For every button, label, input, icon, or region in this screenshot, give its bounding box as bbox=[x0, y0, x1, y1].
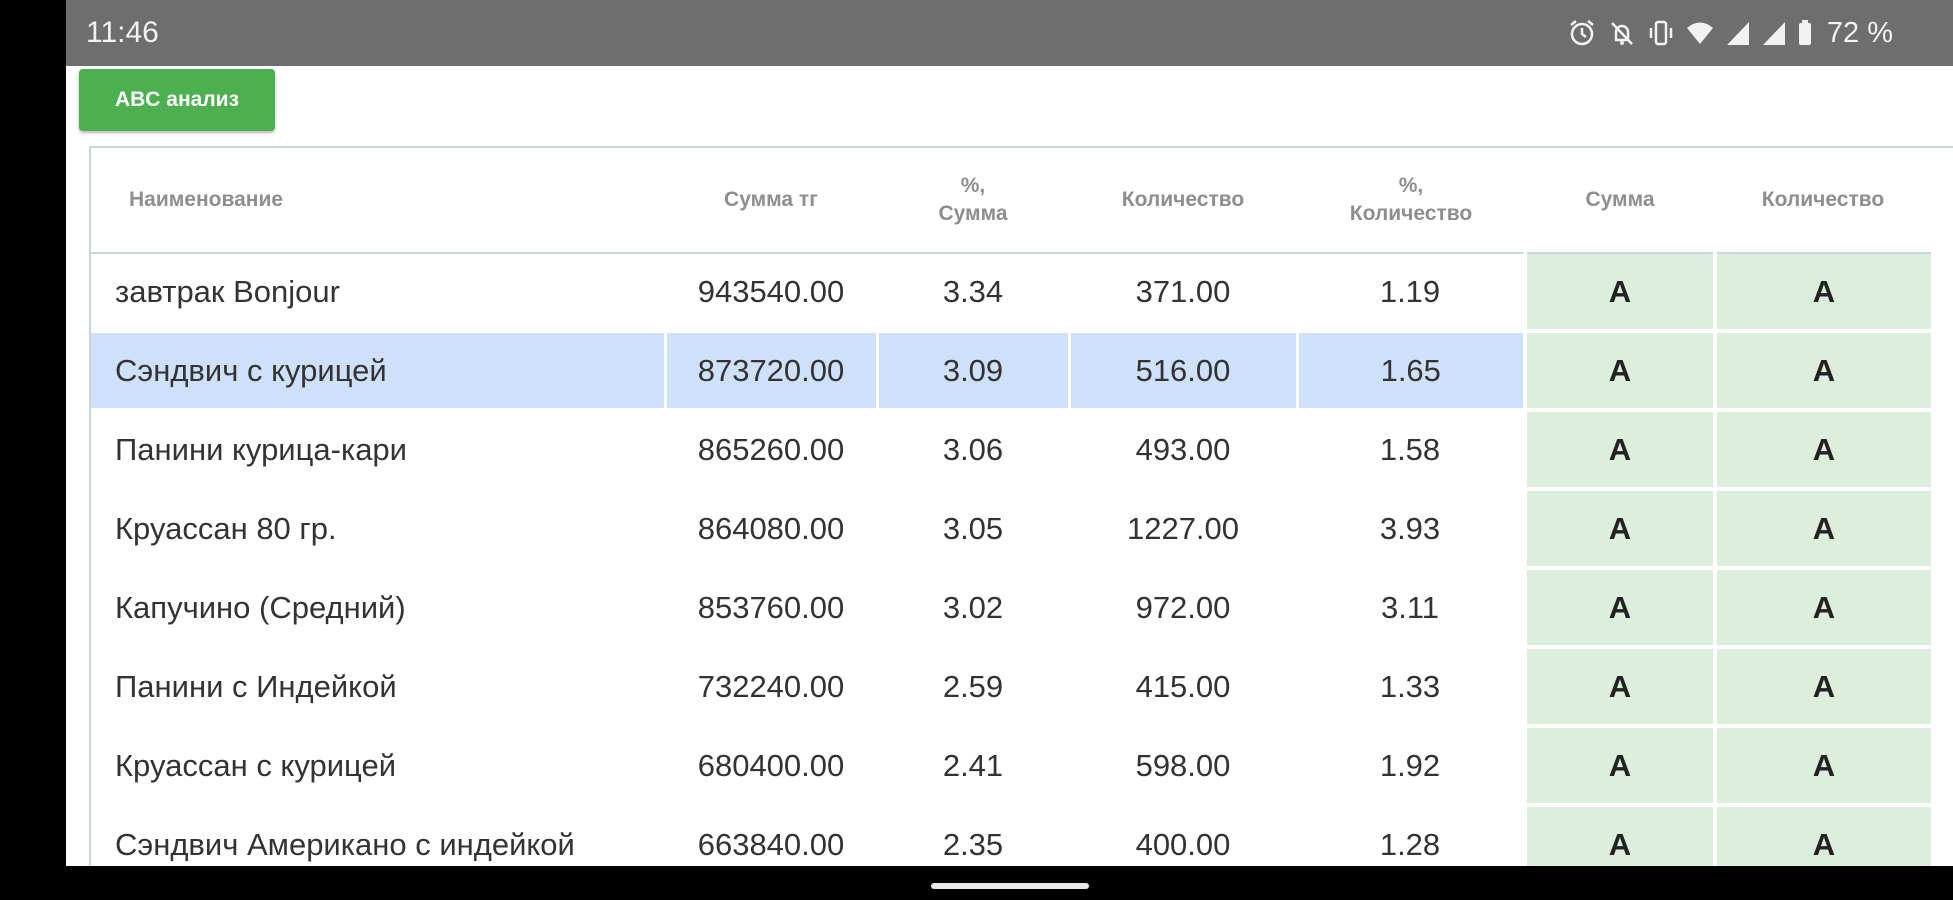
cell-sum: 732240.00 bbox=[665, 647, 877, 728]
cell-class-sum: A bbox=[1523, 410, 1715, 491]
cell-quantity: 516.00 bbox=[1069, 331, 1299, 412]
cell-name: Сэндвич Американо с индейкой bbox=[91, 805, 665, 866]
header-line: Сумма bbox=[938, 202, 1008, 225]
cell-quantity: 371.00 bbox=[1069, 253, 1297, 333]
cell-sum: 865260.00 bbox=[665, 410, 877, 491]
cell-class-quantity: A bbox=[1713, 726, 1931, 807]
cell-quantity: 400.00 bbox=[1069, 805, 1297, 866]
abc-table: Наименование Сумма тг %, Сумма Количество… bbox=[89, 146, 1953, 866]
table-body: завтрак Bonjour 943540.00 3.34 371.00 1.19 A A… bbox=[91, 253, 1931, 866]
column-header-sum[interactable]: Сумма тг bbox=[665, 148, 877, 254]
cell-quantity: 1227.00 bbox=[1069, 489, 1297, 570]
table-header: Наименование Сумма тг %, Сумма Количество… bbox=[91, 148, 1931, 254]
cell-percent-sum: 2.35 bbox=[877, 805, 1069, 866]
cell-percent-quantity: 1.65 bbox=[1297, 331, 1527, 412]
cell-quantity: 972.00 bbox=[1069, 568, 1297, 649]
cell-class-quantity: A bbox=[1713, 489, 1931, 570]
vibrate-icon bbox=[1647, 18, 1675, 48]
table-row[interactable]: Панини с Индейкой 732240.00 2.59 415.00 1.33… bbox=[91, 647, 1931, 728]
header-line: %, bbox=[960, 174, 986, 197]
cell-sum: 663840.00 bbox=[665, 805, 877, 866]
cell-percent-quantity: 1.28 bbox=[1297, 805, 1525, 866]
cell-percent-sum: 3.02 bbox=[877, 568, 1069, 649]
column-header-quantity[interactable]: Количество bbox=[1069, 148, 1297, 254]
cell-class-sum: A bbox=[1523, 331, 1715, 412]
wifi-icon bbox=[1685, 18, 1715, 48]
cell-quantity: 598.00 bbox=[1069, 726, 1297, 807]
cell-name: завтрак Bonjour bbox=[91, 253, 665, 333]
cell-name: Панини с Индейкой bbox=[91, 647, 665, 728]
cell-class-sum: A bbox=[1523, 489, 1715, 570]
cell-percent-quantity: 1.33 bbox=[1297, 647, 1525, 728]
cell-name: Капучино (Средний) bbox=[91, 568, 665, 649]
signal-icon bbox=[1725, 18, 1751, 48]
column-header-name[interactable]: Наименование bbox=[91, 148, 665, 254]
cell-quantity: 415.00 bbox=[1069, 647, 1297, 728]
cell-name: Круассан 80 гр. bbox=[91, 489, 665, 570]
cell-sum: 873720.00 bbox=[665, 331, 879, 412]
cell-class-quantity: A bbox=[1713, 647, 1931, 728]
cell-class-quantity: A bbox=[1713, 568, 1931, 649]
table-row[interactable]: Сэндвич с курицей 873720.00 3.09 516.00 1.65… bbox=[91, 331, 1931, 412]
cell-percent-quantity: 1.19 bbox=[1297, 253, 1525, 333]
cell-quantity: 493.00 bbox=[1069, 410, 1297, 491]
cell-sum: 864080.00 bbox=[665, 489, 877, 570]
column-header-percent-sum[interactable]: %, Сумма bbox=[877, 148, 1069, 254]
cell-class-sum: A bbox=[1523, 568, 1715, 649]
cell-class-sum: A bbox=[1523, 805, 1715, 866]
signal-icon bbox=[1761, 18, 1787, 48]
column-header-class-sum[interactable]: Сумма bbox=[1525, 148, 1715, 254]
battery-percent: 72 % bbox=[1826, 16, 1893, 49]
navigation-handle[interactable] bbox=[931, 883, 1089, 889]
cell-class-quantity: A bbox=[1713, 410, 1931, 491]
cell-class-sum: A bbox=[1523, 647, 1715, 728]
status-time: 11:46 bbox=[86, 16, 159, 49]
status-icons: 72 % bbox=[1567, 14, 1893, 52]
cell-percent-sum: 3.06 bbox=[877, 410, 1069, 491]
column-header-percent-quantity[interactable]: %, Количество bbox=[1297, 148, 1525, 254]
cell-class-quantity: A bbox=[1713, 805, 1931, 866]
alarm-icon bbox=[1567, 18, 1597, 48]
table-row[interactable]: завтрак Bonjour 943540.00 3.34 371.00 1.19 A A bbox=[91, 253, 1931, 333]
cell-class-quantity: A bbox=[1713, 331, 1931, 412]
cell-name: Панини курица-кари bbox=[91, 410, 665, 491]
cell-percent-sum: 2.59 bbox=[877, 647, 1069, 728]
cell-sum: 853760.00 bbox=[665, 568, 877, 649]
table-row[interactable]: Сэндвич Американо с индейкой 663840.00 2.3… bbox=[91, 805, 1931, 866]
cell-percent-quantity: 1.58 bbox=[1297, 410, 1525, 491]
cell-percent-sum: 3.34 bbox=[877, 253, 1069, 333]
cell-percent-sum: 2.41 bbox=[877, 726, 1069, 807]
cell-percent-sum: 3.05 bbox=[877, 489, 1069, 570]
table-row[interactable]: Круассан 80 гр. 864080.00 3.05 1227.00 3.93 A… bbox=[91, 489, 1931, 570]
notifications-off-icon bbox=[1607, 18, 1637, 48]
header-line: Количество bbox=[1349, 202, 1473, 225]
cell-sum: 943540.00 bbox=[665, 253, 877, 333]
cell-percent-quantity: 1.92 bbox=[1297, 726, 1525, 807]
cell-name: Сэндвич с курицей bbox=[91, 331, 667, 412]
cell-class-sum: A bbox=[1523, 726, 1715, 807]
table-row[interactable]: Круассан с курицей 680400.00 2.41 598.00 1.9… bbox=[91, 726, 1931, 807]
header-line: %, bbox=[1398, 174, 1424, 197]
column-header-class-quantity[interactable]: Количество bbox=[1715, 148, 1931, 254]
cell-sum: 680400.00 bbox=[665, 726, 877, 807]
status-bar: 11:46 72 % bbox=[66, 0, 1953, 66]
app-screen: 11:46 72 % ABC анализ Наименование Сумма… bbox=[66, 0, 1953, 866]
abc-analysis-button[interactable]: ABC анализ bbox=[79, 69, 275, 131]
cell-class-quantity: A bbox=[1713, 253, 1931, 333]
cell-class-sum: A bbox=[1523, 253, 1715, 333]
table-row[interactable]: Капучино (Средний) 853760.00 3.02 972.00 3.1… bbox=[91, 568, 1931, 649]
cell-name: Круассан с курицей bbox=[91, 726, 665, 807]
cell-percent-quantity: 3.11 bbox=[1297, 568, 1525, 649]
cell-percent-sum: 3.09 bbox=[877, 331, 1071, 412]
cell-percent-quantity: 3.93 bbox=[1297, 489, 1525, 570]
battery-icon bbox=[1797, 18, 1813, 48]
table-row[interactable]: Панини курица-кари 865260.00 3.06 493.00 1.5… bbox=[91, 410, 1931, 491]
